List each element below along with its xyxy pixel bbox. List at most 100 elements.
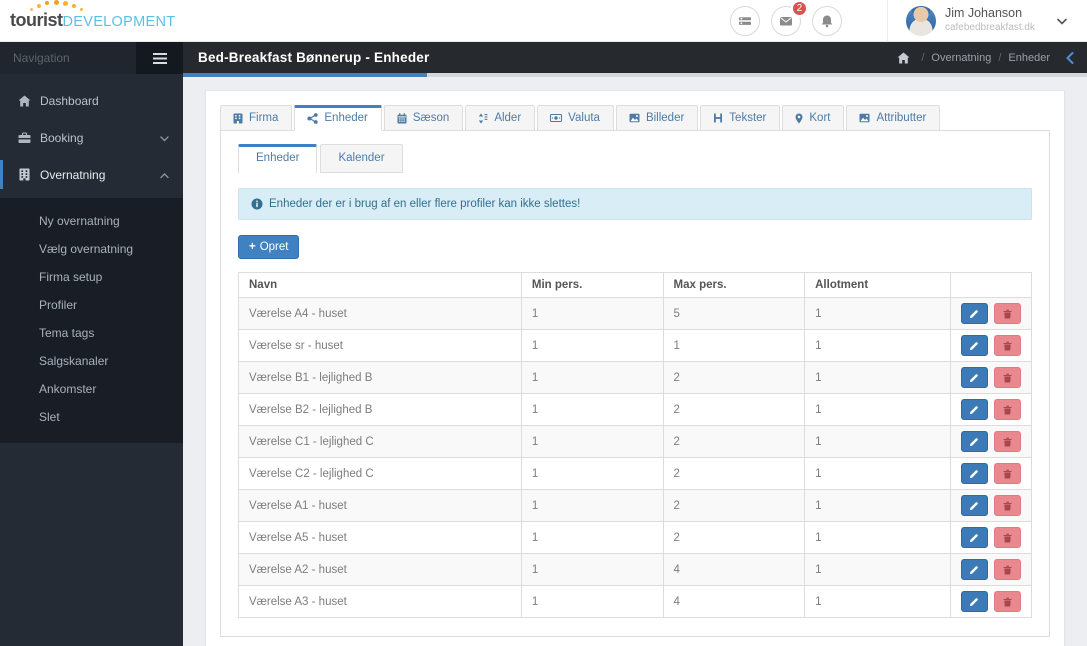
cell-max: 4 xyxy=(662,553,806,586)
breadcrumb-item[interactable]: Enheder xyxy=(991,52,1050,64)
delete-button[interactable] xyxy=(993,527,1021,548)
breadcrumb-item[interactable]: Overnatning xyxy=(914,52,991,64)
plus-icon: + xyxy=(249,241,256,253)
pencil-icon xyxy=(970,565,979,574)
sidebar-item-label: Dashboard xyxy=(40,93,99,108)
sidebar-item-overnatning[interactable]: Overnatning xyxy=(0,160,183,189)
info-alert-text: Enheder der er i brug af en eller flere … xyxy=(269,198,581,210)
tab-valuta[interactable]: Valuta xyxy=(537,105,614,131)
sidebar-subitem[interactable]: Firma setup xyxy=(0,263,183,291)
edit-button[interactable] xyxy=(960,431,988,452)
info-alert: Enheder der er i brug af en eller flere … xyxy=(238,188,1032,220)
breadcrumb-home-icon[interactable] xyxy=(897,52,910,64)
user-domain: cafebedbreakfast.dk xyxy=(944,22,1035,34)
messages-button[interactable] xyxy=(729,5,760,36)
sidebar-item-booking[interactable]: Booking xyxy=(0,123,183,152)
chevron-down-icon xyxy=(160,131,169,145)
mail-button[interactable]: 2 xyxy=(770,0,808,36)
delete-button[interactable] xyxy=(993,303,1021,324)
money-icon xyxy=(550,113,563,123)
delete-button[interactable] xyxy=(993,335,1021,356)
column-header-allotment: Allotment xyxy=(804,272,951,298)
edit-button[interactable] xyxy=(960,335,988,356)
trash-icon xyxy=(1003,341,1012,350)
pencil-icon xyxy=(970,597,979,606)
delete-button[interactable] xyxy=(993,591,1021,612)
content-area: Firma Enheder Sæson Alder Valuta Billede… xyxy=(183,77,1087,646)
subtab-label: Kalender xyxy=(338,152,385,164)
sidebar-subitem[interactable]: Vælg overnatning xyxy=(0,235,183,263)
cell-min: 1 xyxy=(520,521,664,554)
sidebar-toggle-button[interactable] xyxy=(136,42,183,74)
delete-button[interactable] xyxy=(993,463,1021,484)
trash-icon xyxy=(1003,501,1012,510)
collapse-chevron-left-icon[interactable] xyxy=(1066,51,1074,64)
table-header-row: Navn Min pers. Max pers. Allotment xyxy=(238,272,1033,298)
tab-alder[interactable]: Alder xyxy=(465,105,536,131)
edit-button[interactable] xyxy=(960,303,988,324)
tab-enheder[interactable]: Enheder xyxy=(294,105,382,131)
tab-saeson[interactable]: Sæson xyxy=(383,105,464,131)
sidebar-header-label: Navigation xyxy=(13,51,70,65)
cell-navn: Værelse A3 - huset xyxy=(238,585,522,618)
cell-actions xyxy=(949,489,1033,522)
topbar-right: 2 Jim Johanson cafebedbreakfast.dk xyxy=(729,0,1087,42)
cell-max: 2 xyxy=(662,457,806,490)
sidebar-subitem[interactable]: Slet xyxy=(0,403,183,431)
top-navbar: touristDEVELOPMENT 2 Jim Johanson cafebe… xyxy=(0,0,1087,42)
sort-icon xyxy=(479,113,488,123)
trash-icon xyxy=(1003,405,1012,414)
cell-actions xyxy=(949,457,1033,490)
main-tabs: Firma Enheder Sæson Alder Valuta Billede… xyxy=(220,105,1050,131)
tab-billeder[interactable]: Billeder xyxy=(615,105,699,131)
sidebar-item-dashboard[interactable]: Dashboard xyxy=(0,86,183,115)
sidebar-subitem[interactable]: Ankomster xyxy=(0,375,183,403)
cell-max: 2 xyxy=(662,361,806,394)
sidebar-subitem[interactable]: Profiler xyxy=(0,291,183,319)
notifications-button[interactable] xyxy=(811,5,842,36)
pencil-icon xyxy=(970,405,979,414)
cell-max: 2 xyxy=(662,393,806,426)
edit-button[interactable] xyxy=(960,463,988,484)
edit-button[interactable] xyxy=(960,559,988,580)
edit-button[interactable] xyxy=(960,495,988,516)
tab-label: Sæson xyxy=(412,112,450,124)
user-menu[interactable]: Jim Johanson cafebedbreakfast.dk xyxy=(886,0,1087,42)
content-card: Firma Enheder Sæson Alder Valuta Billede… xyxy=(205,90,1065,646)
tab-tekster[interactable]: Tekster xyxy=(700,105,781,131)
delete-button[interactable] xyxy=(993,431,1021,452)
column-header-max: Max pers. xyxy=(662,272,806,298)
edit-button[interactable] xyxy=(960,399,988,420)
subtab-kalender[interactable]: Kalender xyxy=(320,144,403,173)
cell-actions xyxy=(949,393,1033,426)
column-header-min: Min pers. xyxy=(520,272,664,298)
cell-actions xyxy=(949,361,1033,394)
trash-icon xyxy=(1003,565,1012,574)
delete-button[interactable] xyxy=(993,367,1021,388)
cell-allotment: 1 xyxy=(804,329,951,362)
tab-attributter[interactable]: Attributter xyxy=(846,105,941,131)
tab-kort[interactable]: Kort xyxy=(782,105,845,131)
create-button[interactable]: + Opret xyxy=(238,235,300,259)
table-row: Værelse C2 - lejlighed C 1 2 1 xyxy=(238,457,1033,490)
sidebar-subitem[interactable]: Tema tags xyxy=(0,319,183,347)
delete-button[interactable] xyxy=(993,559,1021,580)
delete-button[interactable] xyxy=(993,399,1021,420)
sun-dots-icon xyxy=(30,0,90,13)
edit-button[interactable] xyxy=(960,527,988,548)
logo[interactable]: touristDEVELOPMENT xyxy=(0,0,183,43)
trash-icon xyxy=(1003,373,1012,382)
header-icon xyxy=(714,113,723,123)
edit-button[interactable] xyxy=(960,591,988,612)
subtab-enheder[interactable]: Enheder xyxy=(238,144,318,173)
tab-label: Firma xyxy=(249,112,279,124)
sidebar-subitem[interactable]: Ny overnatning xyxy=(0,207,183,235)
edit-button[interactable] xyxy=(960,367,988,388)
cell-allotment: 1 xyxy=(804,393,951,426)
cell-max: 5 xyxy=(662,297,806,330)
pencil-icon xyxy=(970,501,979,510)
table-row: Værelse A4 - huset 1 5 1 xyxy=(238,297,1033,330)
tab-firma[interactable]: Firma xyxy=(220,105,293,131)
sidebar-subitem[interactable]: Salgskanaler xyxy=(0,347,183,375)
delete-button[interactable] xyxy=(993,495,1021,516)
